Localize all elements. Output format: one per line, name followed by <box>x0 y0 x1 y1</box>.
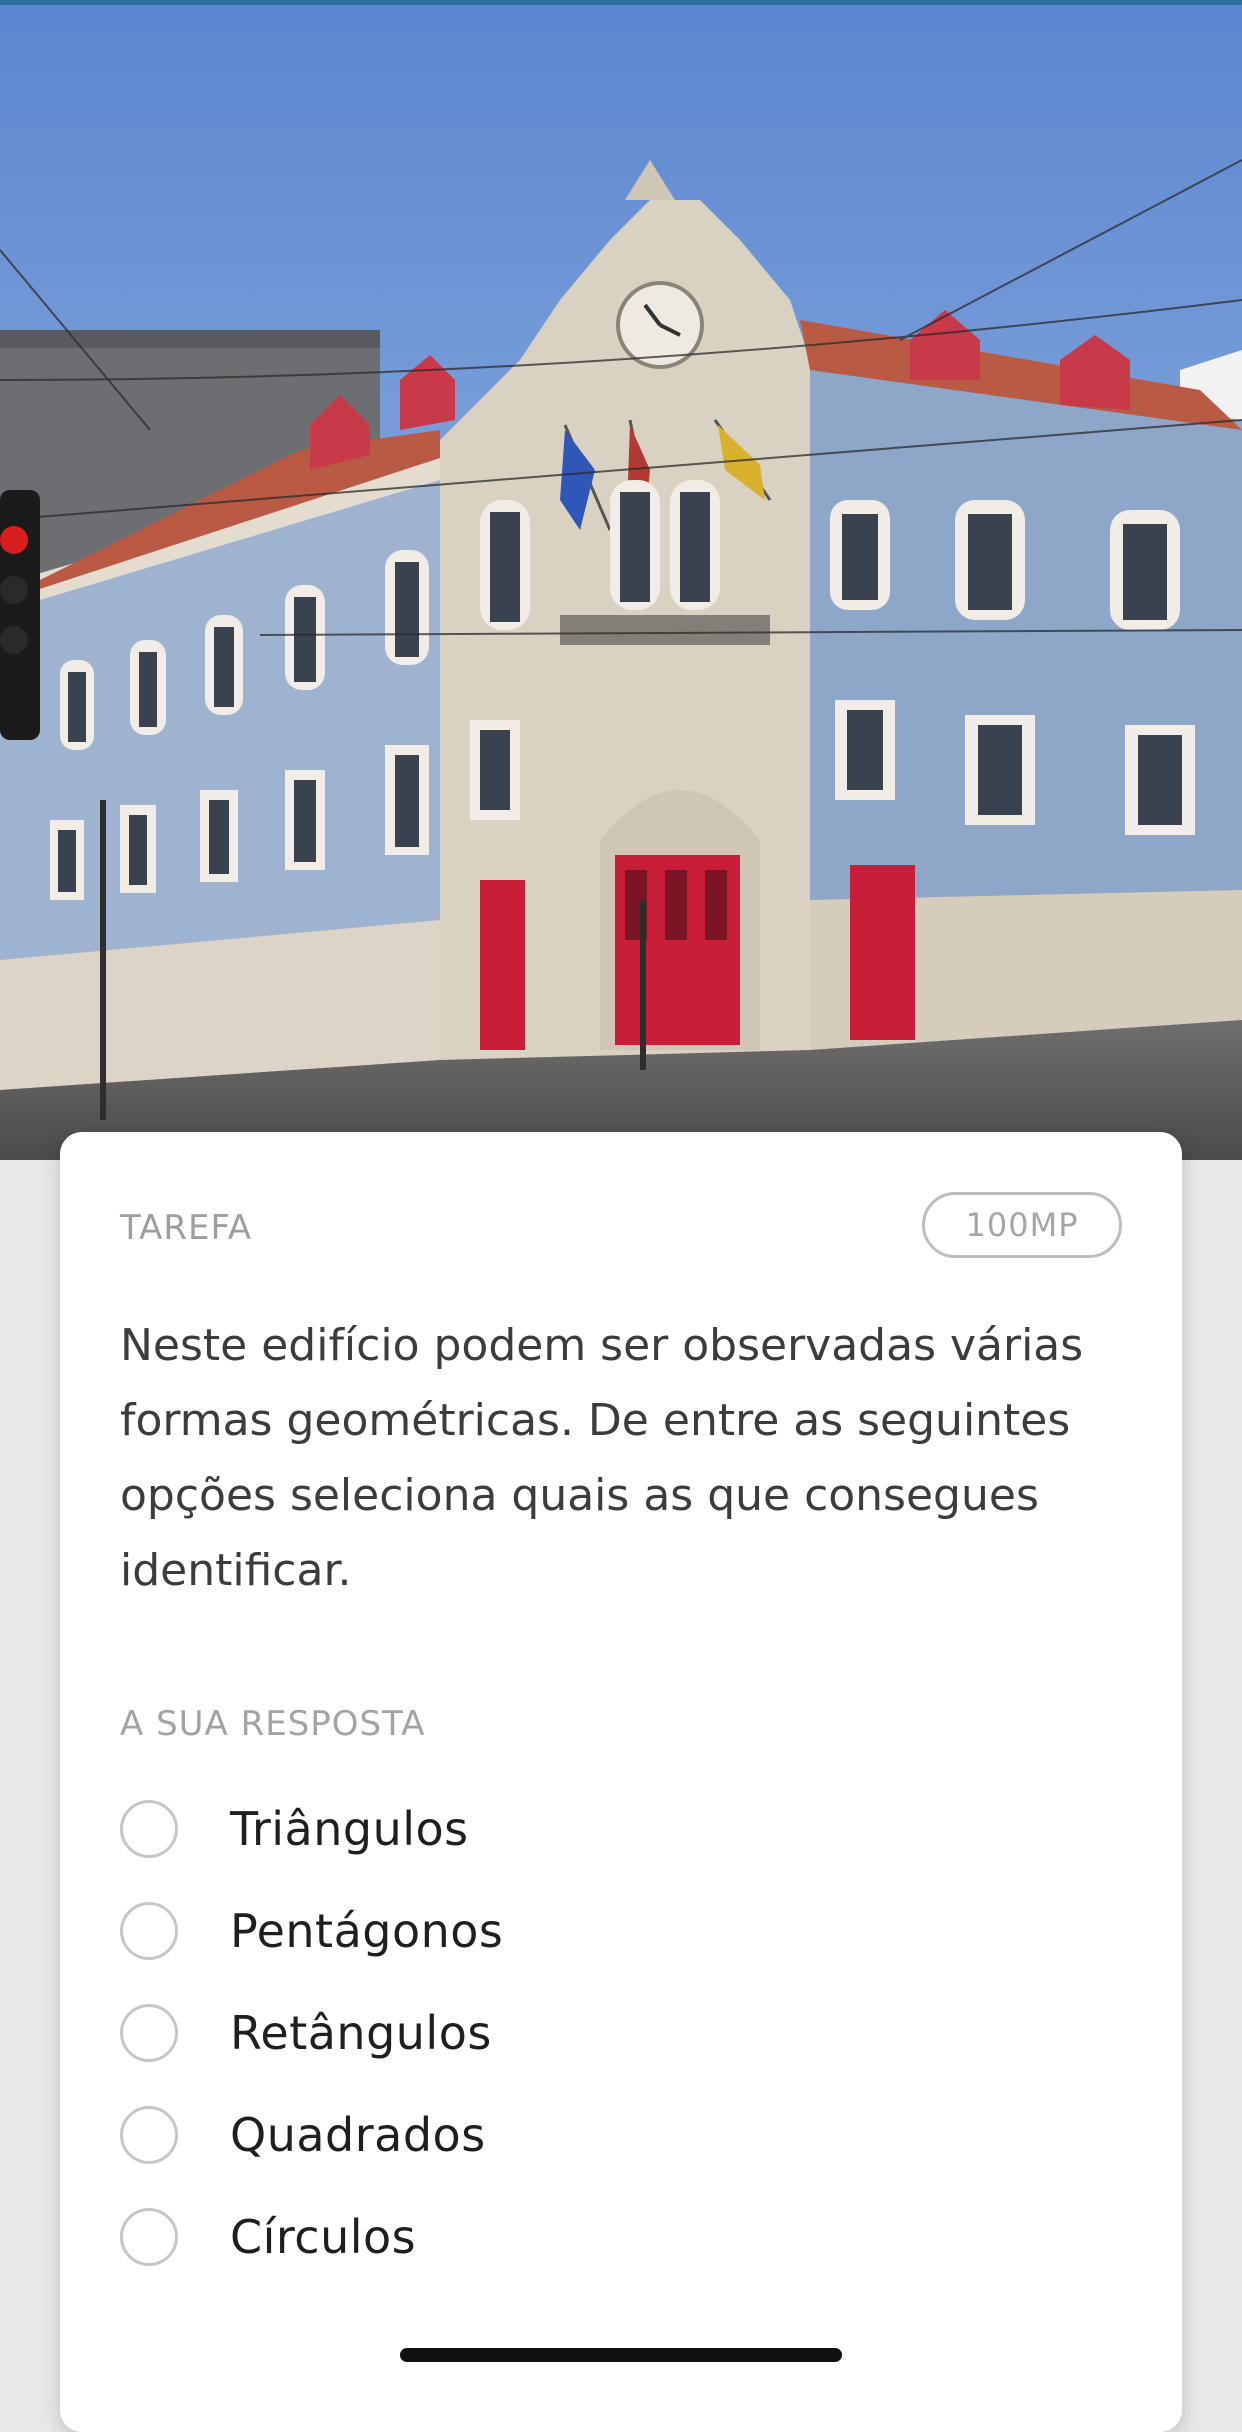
option-quadrados[interactable]: Quadrados <box>120 2084 1120 2186</box>
home-indicator[interactable] <box>400 2348 842 2362</box>
points-badge: 100MP <box>922 1192 1122 1258</box>
radio-button[interactable] <box>120 1800 178 1858</box>
task-card: TAREFA 100MP Neste edifício podem ser ob… <box>60 1132 1182 2432</box>
option-label: Retângulos <box>230 2006 492 2060</box>
task-photo <box>0 0 1242 1160</box>
radio-button[interactable] <box>120 2208 178 2266</box>
answer-options: Triângulos Pentágonos Retângulos Quadrad… <box>120 1778 1120 2288</box>
radio-button[interactable] <box>120 1902 178 1960</box>
option-label: Pentágonos <box>230 1904 504 1958</box>
option-retangulos[interactable]: Retângulos <box>120 1982 1120 2084</box>
radio-button[interactable] <box>120 2004 178 2062</box>
option-label: Triângulos <box>230 1802 469 1856</box>
building-illustration <box>0 0 1242 1160</box>
option-pentagonos[interactable]: Pentágonos <box>120 1880 1120 1982</box>
task-label: TAREFA <box>120 1208 253 1248</box>
option-label: Quadrados <box>230 2108 486 2162</box>
top-color-strip <box>0 0 1242 5</box>
task-question: Neste edifício podem ser observadas vári… <box>120 1320 1084 1596</box>
option-triangulos[interactable]: Triângulos <box>120 1778 1120 1880</box>
option-label: Círculos <box>230 2210 417 2264</box>
option-circulos[interactable]: Círculos <box>120 2186 1120 2288</box>
radio-button[interactable] <box>120 2106 178 2164</box>
answer-label: A SUA RESPOSTA <box>120 1704 426 1744</box>
